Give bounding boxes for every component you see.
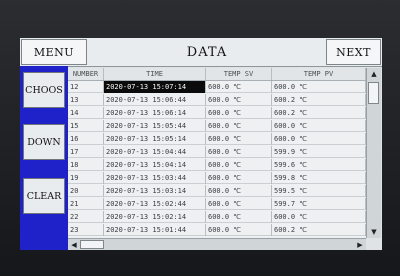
table-row[interactable]: 14 2020-07-13 15:06:14 600.0 ℃ 600.2 ℃ [68,107,366,119]
table-row[interactable]: 16 2020-07-13 15:05:14 600.0 ℃ 600.0 ℃ [68,133,366,145]
down-arrow-icon[interactable]: ▼ [367,226,381,238]
cell-number: 22 [68,211,104,223]
cell-temp-pv: 600.2 ℃ [272,224,366,236]
cell-temp-pv: 599.8 ℃ [272,172,366,184]
column-number: NUMBER [68,68,104,80]
cell-number: 15 [68,120,104,132]
cell-number: 14 [68,107,104,119]
table-row[interactable]: 12 2020-07-13 15:07:14 600.0 ℃ 600.0 ℃ [68,81,366,93]
menu-button[interactable]: MENU [21,39,87,65]
left-arrow-icon[interactable]: ◀ [68,239,80,250]
cell-temp-pv: 600.2 ℃ [272,94,366,106]
cell-temp-pv: 600.0 ℃ [272,133,366,145]
cell-number: 12 [68,81,104,93]
table-row[interactable]: 20 2020-07-13 15:03:14 600.0 ℃ 599.5 ℃ [68,185,366,197]
table-row[interactable]: 13 2020-07-13 15:06:44 600.0 ℃ 600.2 ℃ [68,94,366,106]
clear-button[interactable]: CLEAR [23,178,65,214]
cell-temp-pv: 599.9 ℃ [272,146,366,158]
column-temp-sv: TEMP SV [206,68,272,80]
cell-time: 2020-07-13 15:06:44 [104,94,206,106]
vertical-scrollbar[interactable]: ▲ ▼ [366,68,381,238]
cell-number: 16 [68,133,104,145]
cell-temp-sv: 600.0 ℃ [206,159,272,171]
page-title: DATA [186,44,228,60]
next-button[interactable]: NEXT [326,39,381,65]
cell-time: 2020-07-13 15:05:44 [104,120,206,132]
cell-temp-sv: 600.0 ℃ [206,172,272,184]
table-header: NUMBER TIME TEMP SV TEMP PV [68,68,366,81]
cell-time: 2020-07-13 15:02:44 [104,198,206,210]
cell-number: 13 [68,94,104,106]
cell-time: 2020-07-13 15:05:14 [104,133,206,145]
table-row[interactable]: 18 2020-07-13 15:04:14 600.0 ℃ 599.6 ℃ [68,159,366,171]
cell-temp-sv: 600.0 ℃ [206,146,272,158]
right-arrow-icon[interactable]: ▶ [354,239,366,250]
cell-time: 2020-07-13 15:02:14 [104,211,206,223]
column-temp-pv: TEMP PV [272,68,366,80]
table-row[interactable]: 15 2020-07-13 15:05:44 600.0 ℃ 600.0 ℃ [68,120,366,132]
cell-temp-pv: 600.2 ℃ [272,107,366,119]
cell-number: 20 [68,185,104,197]
up-arrow-icon[interactable]: ▲ [367,68,381,80]
cell-time: 2020-07-13 15:04:44 [104,146,206,158]
cell-time: 2020-07-13 15:07:14 [104,81,206,93]
cell-temp-sv: 600.0 ℃ [206,94,272,106]
cell-temp-sv: 600.0 ℃ [206,198,272,210]
table-row[interactable]: 19 2020-07-13 15:03:44 600.0 ℃ 599.8 ℃ [68,172,366,184]
hmi-screen: MENU DATA NEXT CHOOS DOWN CLEAR NUMBER T… [20,38,382,250]
cell-temp-pv: 599.6 ℃ [272,159,366,171]
vertical-scroll-thumb[interactable] [368,82,379,104]
cell-number: 23 [68,224,104,236]
cell-time: 2020-07-13 15:03:14 [104,185,206,197]
cell-temp-pv: 600.0 ℃ [272,120,366,132]
cell-temp-sv: 600.0 ℃ [206,224,272,236]
cell-time: 2020-07-13 15:06:14 [104,107,206,119]
cell-temp-sv: 600.0 ℃ [206,133,272,145]
cell-time: 2020-07-13 15:01:44 [104,224,206,236]
cell-temp-sv: 600.0 ℃ [206,185,272,197]
cell-temp-sv: 600.0 ℃ [206,120,272,132]
cell-temp-pv: 599.5 ℃ [272,185,366,197]
data-table: NUMBER TIME TEMP SV TEMP PV 12 2020-07-1… [68,68,366,244]
cell-temp-sv: 600.0 ℃ [206,107,272,119]
cell-number: 21 [68,198,104,210]
cell-time: 2020-07-13 15:03:44 [104,172,206,184]
left-sidebar: CHOOS DOWN CLEAR [20,66,68,250]
horizontal-scrollbar[interactable]: ◀ ▶ [68,238,366,250]
cell-temp-sv: 600.0 ℃ [206,211,272,223]
cell-temp-sv: 600.0 ℃ [206,81,272,93]
device-bezel: MENU DATA NEXT CHOOS DOWN CLEAR NUMBER T… [0,0,400,276]
column-time: TIME [104,68,206,80]
table-row[interactable]: 21 2020-07-13 15:02:44 600.0 ℃ 599.7 ℃ [68,198,366,210]
horizontal-scroll-thumb[interactable] [80,240,104,249]
cell-number: 18 [68,159,104,171]
cell-temp-pv: 600.0 ℃ [272,81,366,93]
choose-button[interactable]: CHOOS [23,72,65,108]
top-bar: MENU DATA NEXT [20,38,382,67]
cell-time: 2020-07-13 15:04:14 [104,159,206,171]
down-button[interactable]: DOWN [23,124,65,160]
cell-number: 17 [68,146,104,158]
cell-temp-pv: 599.7 ℃ [272,198,366,210]
table-row[interactable]: 17 2020-07-13 15:04:44 600.0 ℃ 599.9 ℃ [68,146,366,158]
table-row[interactable]: 22 2020-07-13 15:02:14 600.0 ℃ 600.0 ℃ [68,211,366,223]
cell-number: 19 [68,172,104,184]
table-row[interactable]: 23 2020-07-13 15:01:44 600.0 ℃ 600.2 ℃ [68,224,366,236]
cell-temp-pv: 600.0 ℃ [272,211,366,223]
